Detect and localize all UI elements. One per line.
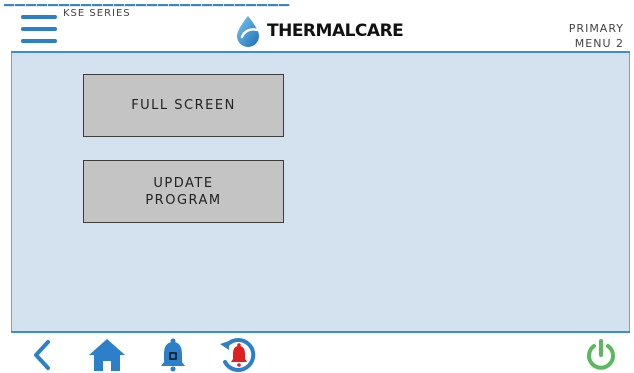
- menu-title: PRIMARY MENU 2: [569, 21, 624, 51]
- alarm-history-icon[interactable]: [217, 335, 259, 373]
- menu-title-line2: MENU 2: [574, 37, 624, 50]
- hamburger-menu-icon[interactable]: [21, 11, 57, 47]
- full-screen-button[interactable]: FULL SCREEN: [83, 74, 284, 137]
- series-label: KSE SERIES: [63, 8, 131, 19]
- water-drop-icon: [237, 16, 259, 47]
- brand-name: THERMALCARE: [267, 21, 404, 41]
- footer-bar: [11, 331, 630, 373]
- back-arrow-icon[interactable]: [31, 339, 53, 371]
- update-program-button[interactable]: UPDATE PROGRAM: [83, 160, 284, 223]
- home-icon[interactable]: [87, 337, 127, 373]
- main-panel: FULL SCREEN UPDATE PROGRAM: [12, 53, 629, 331]
- power-icon[interactable]: [584, 338, 618, 372]
- menu-title-line1: PRIMARY: [568, 22, 624, 35]
- top-cut-text: ▁▁▁▁▁▁▁▁▁▁▁▁▁▁▁▁▁▁▁▁▁▁▁▁▁▁: [0, 0, 634, 7]
- alarm-bell-icon[interactable]: [158, 337, 188, 373]
- header-bar: KSE SERIES THERMALCARE PRIMARY MENU 2: [11, 7, 630, 53]
